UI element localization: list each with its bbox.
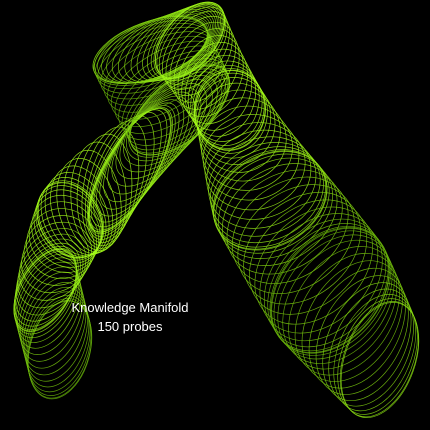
ribbon-loops [13,1,420,418]
ribbon-loop [90,105,176,228]
ribbon-loop [215,153,330,254]
ribbon-loop [267,223,387,348]
caption-title: Knowledge Manifold [71,300,189,315]
manifold-curves [13,1,420,418]
ribbon-loop [237,184,355,295]
ribbon-loop [263,218,383,342]
caption: Knowledge Manifold 150 probes [60,298,200,336]
ribbon-loop [277,234,393,360]
manifold-artwork [0,0,430,430]
ribbon-loop [96,99,185,217]
caption-subtitle: 150 probes [97,319,163,334]
ribbon-loop [231,176,349,284]
ribbon-loop [226,169,343,275]
